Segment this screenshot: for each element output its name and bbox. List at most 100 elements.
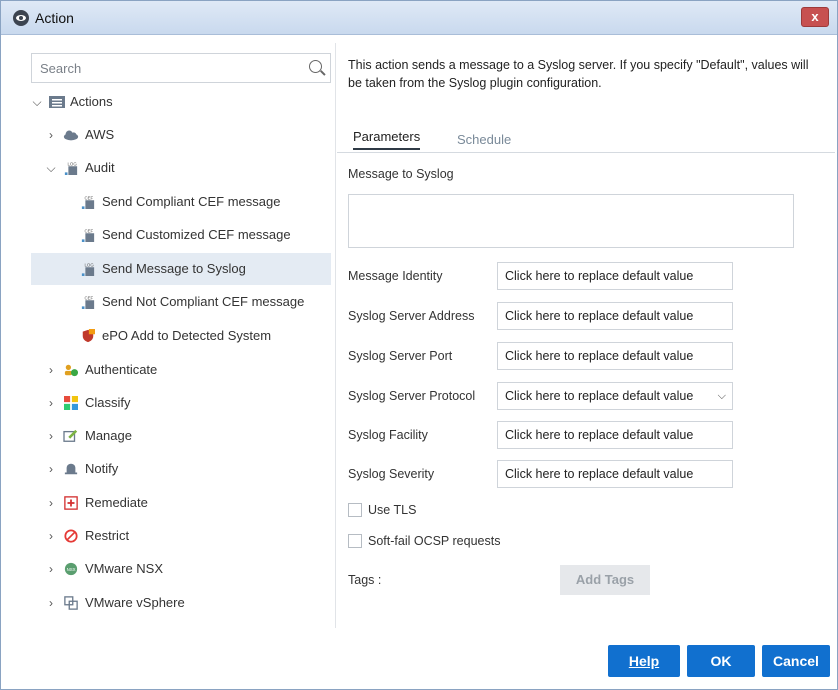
use-tls-checkbox[interactable] <box>348 503 362 517</box>
action-details-panel: This action sends a message to a Syslog … <box>337 43 835 633</box>
tree-item-vmware-nsx[interactable]: › NSX VMware NSX <box>11 553 331 585</box>
classify-icon <box>64 396 78 410</box>
message-to-syslog-field[interactable] <box>348 194 794 248</box>
tree-label-notify: Notify <box>85 461 119 476</box>
cef-file-icon: CEF <box>81 228 95 242</box>
user-check-icon <box>64 364 78 377</box>
log-file-icon: LOG <box>81 262 95 276</box>
svg-text:CEF: CEF <box>85 295 94 300</box>
tree-label: ePO Add to Detected System <box>102 328 272 343</box>
message-identity-label: Message Identity <box>348 269 443 283</box>
prohibited-icon <box>64 529 78 543</box>
tree-label-restrict: Restrict <box>85 528 130 543</box>
tree-label-classify: Classify <box>85 395 131 410</box>
chevron-right-icon[interactable]: › <box>45 587 57 619</box>
tree-item-notify[interactable]: › Notify <box>11 453 331 485</box>
syslog-server-port-field[interactable]: Click here to replace default value <box>497 342 733 370</box>
action-description: This action sends a message to a Syslog … <box>348 58 809 90</box>
syslog-severity-label: Syslog Severity <box>348 467 435 481</box>
search-icon[interactable] <box>309 60 322 73</box>
syslog-facility-label: Syslog Facility <box>348 428 428 442</box>
cef-file-icon: CEF <box>81 195 95 209</box>
medical-cross-icon <box>64 496 78 510</box>
protocol-selected-value: Click here to replace default value <box>505 389 694 403</box>
close-button[interactable]: x <box>801 7 829 27</box>
message-identity-field[interactable]: Click here to replace default value <box>497 262 733 290</box>
tree-item-audit[interactable]: ⌵ LOG Audit <box>11 152 331 184</box>
use-tls-label: Use TLS <box>368 503 417 517</box>
tree-label-vmware-vsphere: VMware vSphere <box>85 595 185 610</box>
tree-item-send-not-compliant-cef[interactable]: CEF Send Not Compliant CEF message <box>31 286 331 318</box>
cloud-icon <box>63 130 79 141</box>
vsphere-icon <box>64 596 78 610</box>
tags-label: Tags : <box>348 573 382 587</box>
syslog-severity-field[interactable]: Click here to replace default value <box>497 460 733 488</box>
chevron-right-icon[interactable]: › <box>45 387 57 419</box>
action-dialog: Action x Search ⌵ Actions › AWS ⌵ LOG Au… <box>0 0 838 690</box>
chevron-down-icon[interactable]: ⌵ <box>31 86 43 118</box>
tree-label: Send Customized CEF message <box>102 227 291 242</box>
tab-schedule[interactable]: Schedule <box>457 132 511 147</box>
svg-text:CEF: CEF <box>85 228 94 233</box>
soft-fail-ocsp-checkbox[interactable] <box>348 534 362 548</box>
tree-label-authenticate: Authenticate <box>85 362 158 377</box>
chevron-right-icon[interactable]: › <box>45 487 57 519</box>
svg-text:LOG: LOG <box>68 161 78 166</box>
search-input[interactable]: Search <box>31 53 331 83</box>
tree-item-restrict[interactable]: › Restrict <box>11 520 331 552</box>
soft-fail-ocsp-label: Soft-fail OCSP requests <box>368 534 501 548</box>
wrench-icon <box>63 429 78 442</box>
chevron-right-icon[interactable]: › <box>45 453 57 485</box>
epo-shield-icon <box>82 329 95 343</box>
chevron-down-icon[interactable]: ⌵ <box>45 152 57 184</box>
syslog-server-protocol-select[interactable]: Click here to replace default value ⌵ <box>497 382 733 410</box>
bell-icon <box>64 463 78 475</box>
help-button-label: Help <box>628 653 660 669</box>
chevron-right-icon[interactable]: › <box>45 354 57 386</box>
syslog-server-address-label: Syslog Server Address <box>348 309 475 323</box>
svg-text:NSX: NSX <box>67 567 76 572</box>
log-file-icon: LOG <box>64 161 78 175</box>
tree-label: Send Not Compliant CEF message <box>102 294 305 309</box>
syslog-facility-field[interactable]: Click here to replace default value <box>497 421 733 449</box>
chevron-down-icon[interactable]: ⌵ <box>718 383 726 409</box>
tree-item-classify[interactable]: › Classify <box>11 387 331 419</box>
help-button[interactable]: Help <box>608 645 680 677</box>
svg-text:LOG: LOG <box>85 262 95 267</box>
tree-item-epo-add-detected-system[interactable]: ePO Add to Detected System <box>31 320 331 352</box>
tree-item-remediate[interactable]: › Remediate <box>11 487 331 519</box>
title-bar: Action x <box>1 1 837 35</box>
window-title: Action <box>35 10 74 26</box>
tree-label: Send Compliant CEF message <box>102 194 281 209</box>
tree-item-aws[interactable]: › AWS <box>11 119 331 151</box>
ok-button[interactable]: OK <box>687 645 755 677</box>
tab-parameters[interactable]: Parameters <box>353 129 421 150</box>
actions-tree-panel: Search ⌵ Actions › AWS ⌵ LOG Audit CEF S… <box>11 43 336 628</box>
cancel-button[interactable]: Cancel <box>762 645 830 677</box>
tree-item-manage[interactable]: › Manage <box>11 420 331 452</box>
nsx-icon: NSX <box>64 562 78 576</box>
tree-item-authenticate[interactable]: › Authenticate <box>11 354 331 386</box>
tree-label-actions: Actions <box>70 94 113 109</box>
tab-bar: Parameters Schedule <box>337 127 835 153</box>
chevron-right-icon[interactable]: › <box>45 420 57 452</box>
tree-item-send-compliant-cef[interactable]: CEF Send Compliant CEF message <box>31 186 331 218</box>
tree-label-aws: AWS <box>85 127 115 142</box>
tree-item-send-customized-cef[interactable]: CEF Send Customized CEF message <box>31 219 331 251</box>
add-tags-button[interactable]: Add Tags <box>560 565 650 595</box>
chevron-right-icon[interactable]: › <box>45 553 57 585</box>
tree-item-send-message-to-syslog[interactable]: LOG Send Message to Syslog <box>31 253 331 285</box>
tree-item-actions[interactable]: ⌵ Actions <box>11 86 331 118</box>
tree-label-manage: Manage <box>85 428 132 443</box>
tree-label-remediate: Remediate <box>85 495 148 510</box>
syslog-server-protocol-label: Syslog Server Protocol <box>348 389 476 403</box>
tree-label: Send Message to Syslog <box>102 261 246 276</box>
tree-item-vmware-vsphere[interactable]: › VMware vSphere <box>11 587 331 619</box>
chevron-right-icon[interactable]: › <box>45 520 57 552</box>
tree-label-audit: Audit <box>85 160 115 175</box>
syslog-server-address-field[interactable]: Click here to replace default value <box>497 302 733 330</box>
search-placeholder: Search <box>40 61 82 76</box>
list-icon <box>49 96 65 108</box>
chevron-right-icon[interactable]: › <box>45 119 57 151</box>
svg-text:CEF: CEF <box>85 195 94 200</box>
